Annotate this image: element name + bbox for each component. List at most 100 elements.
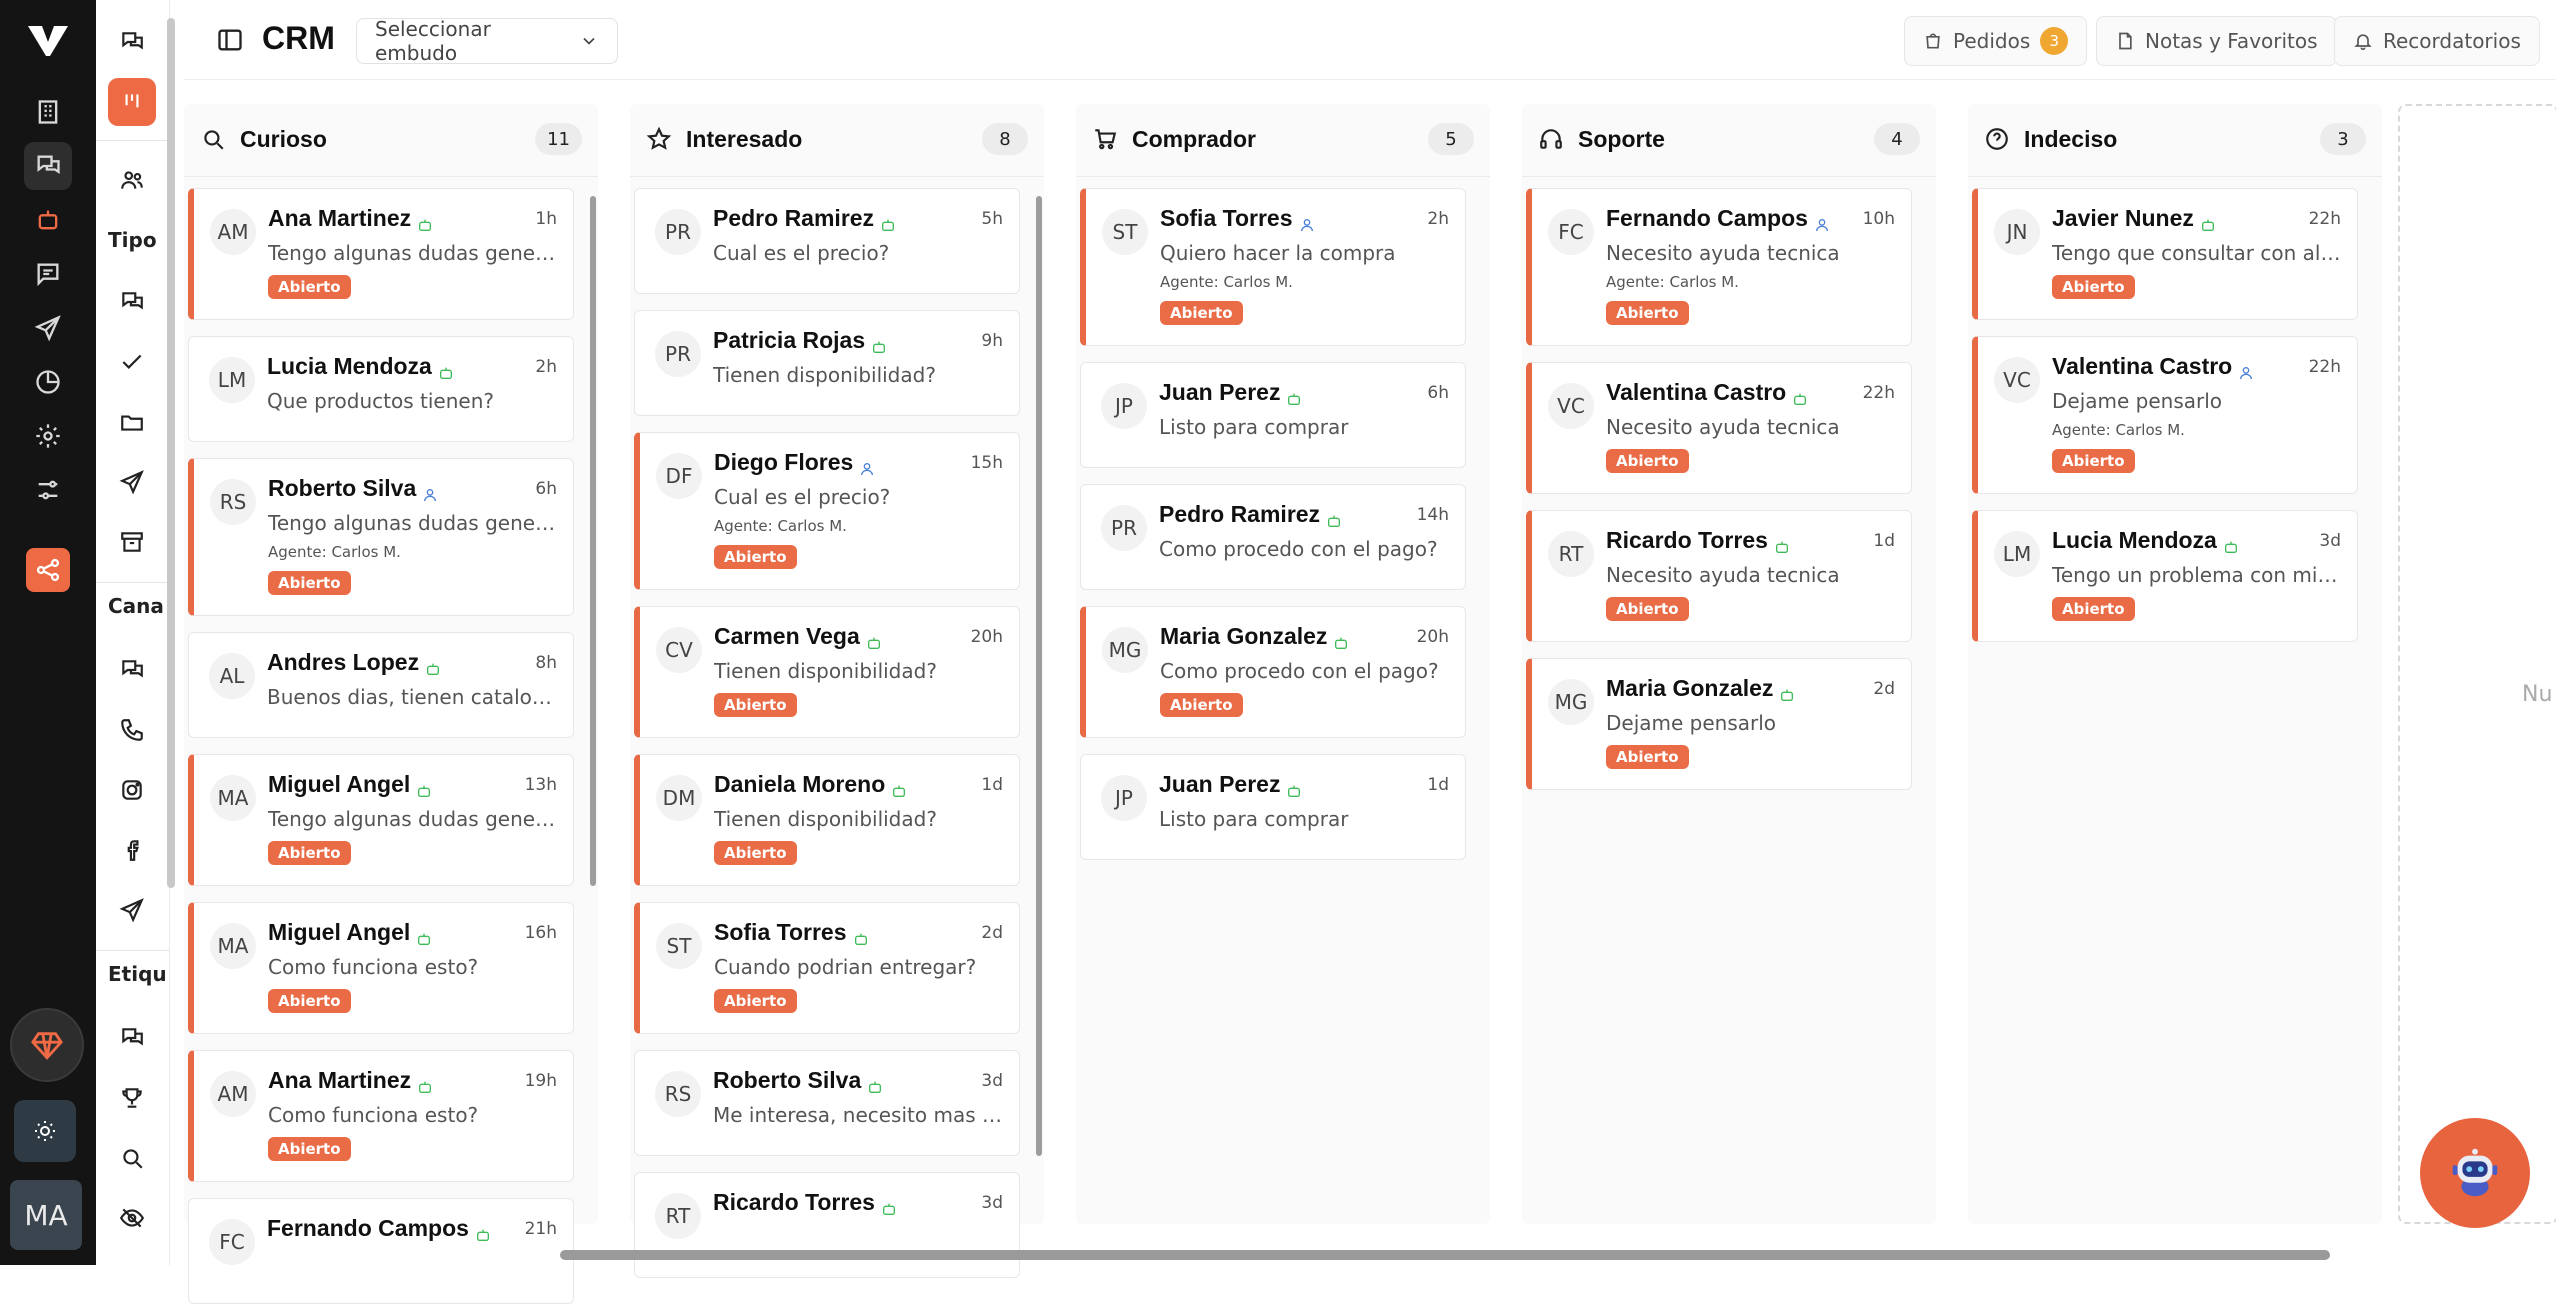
folder-open-icon[interactable] xyxy=(108,398,156,446)
theme-toggle-icon[interactable] xyxy=(14,1100,76,1162)
chats-icon[interactable] xyxy=(24,142,72,190)
lead-card[interactable]: RS Roberto Silva 3d Me interesa, necesito m… xyxy=(634,1050,1020,1156)
sliders-icon[interactable] xyxy=(24,466,72,514)
timestamp: 20h xyxy=(1416,627,1449,647)
lead-card[interactable]: JP Juan Perez 6h Listo para comprar xyxy=(1080,362,1466,468)
lead-card[interactable]: MG Maria Gonzalez 2d Dejame pensarlo Abierto xyxy=(1526,658,1912,790)
last-message: Tengo un problema con mi pe... xyxy=(2052,563,2343,587)
lead-card[interactable]: LM Lucia Mendoza 2h Que productos tienen? xyxy=(188,336,574,442)
lead-card[interactable]: MA Miguel Angel 13h Tengo algunas dudas gen… xyxy=(188,754,574,886)
avatar: LM xyxy=(209,357,255,403)
trophy-icon[interactable] xyxy=(108,1074,156,1122)
timestamp: 8h xyxy=(535,653,557,673)
contacts-icon[interactable] xyxy=(108,156,156,204)
send-icon[interactable] xyxy=(24,304,72,352)
column-header[interactable]: Interesado 8 xyxy=(646,114,1028,164)
lead-card[interactable]: DF Diego Flores 15h Cual es el precio? Agent… xyxy=(634,432,1020,590)
reminders-button[interactable]: Recordatorios xyxy=(2334,16,2540,66)
lead-card[interactable]: VC Valentina Castro 22h Dejame pensarlo Agen… xyxy=(1972,336,2358,494)
tag-chats-icon[interactable] xyxy=(108,1014,156,1062)
lead-card[interactable]: FC Fernando Campos 10h Necesito ayuda tecni… xyxy=(1526,188,1912,346)
lead-card[interactable]: VC Valentina Castro 22h Necesito ayuda tecn… xyxy=(1526,362,1912,494)
lead-card[interactable]: AM Ana Martinez 19h Como funciona esto? Abie… xyxy=(188,1050,574,1182)
eye-off-icon[interactable] xyxy=(108,1194,156,1242)
archive-icon[interactable] xyxy=(108,518,156,566)
column-count: 8 xyxy=(982,123,1028,155)
last-message: Como funciona esto? xyxy=(268,1103,479,1127)
search-icon[interactable] xyxy=(108,1134,156,1182)
contact-name: Pedro Ramirez xyxy=(713,205,896,232)
status-badge: Abierto xyxy=(268,571,351,595)
top-header: CRM Seleccionar embudo Pedidos 3 Notas y… xyxy=(184,0,2556,80)
instagram-icon[interactable] xyxy=(108,766,156,814)
lead-card[interactable]: JN Javier Nunez 22h Tengo que consultar con… xyxy=(1972,188,2358,320)
contact-name: Lucia Mendoza xyxy=(2052,527,2239,554)
column-header[interactable]: Soporte 4 xyxy=(1538,114,1920,164)
channel-chat-icon[interactable] xyxy=(108,646,156,694)
avatar: LM xyxy=(1994,531,2040,577)
last-message: Tengo que consultar con algui... xyxy=(2052,241,2343,265)
lead-card[interactable]: AL Andres Lopez 8h Buenos dias, tienen cata… xyxy=(188,632,574,738)
add-column-dropzone[interactable]: Nu xyxy=(2398,104,2556,1224)
conversations-icon[interactable] xyxy=(108,18,156,66)
lead-card[interactable]: ST Sofia Torres 2h Quiero hacer la compra Ag… xyxy=(1080,188,1466,346)
status-badge: Abierto xyxy=(1160,301,1243,325)
sidebar-toggle-icon[interactable] xyxy=(216,26,244,54)
send-icon[interactable] xyxy=(108,458,156,506)
contact-name: Carmen Vega xyxy=(714,623,882,650)
funnel-select[interactable]: Seleccionar embudo xyxy=(356,17,618,65)
search-icon xyxy=(204,130,224,150)
lead-card[interactable]: PR Pedro Ramirez 14h Como procedo con el pa… xyxy=(1080,484,1466,590)
lead-card[interactable]: DM Daniela Moreno 1d Tienen disponibilidad?… xyxy=(634,754,1020,886)
last-message: Buenos dias, tienen catalogo? xyxy=(267,685,559,709)
column-soporte: Soporte 4 FC Fernando Campos 10h Necesito ayu… xyxy=(1522,104,1936,1224)
lead-card[interactable]: PR Patricia Rojas 9h Tienen disponibilidad? xyxy=(634,310,1020,416)
board-horizontal-scrollbar[interactable] xyxy=(184,1246,2556,1264)
bot-icon[interactable] xyxy=(24,196,72,244)
sidebar-scrollbar[interactable] xyxy=(167,8,175,1258)
column-count: 5 xyxy=(1428,123,1474,155)
telegram-icon[interactable] xyxy=(108,886,156,934)
column-header[interactable]: Curioso 11 xyxy=(200,114,582,164)
user-avatar[interactable]: MA xyxy=(10,1180,82,1250)
lead-card[interactable]: RT Ricardo Torres 1d Necesito ayuda tecnica… xyxy=(1526,510,1912,642)
lead-card[interactable]: ST Sofia Torres 2d Cuando podrian entregar?… xyxy=(634,902,1020,1034)
lead-card[interactable]: MG Maria Gonzalez 20h Como procedo con el p… xyxy=(1080,606,1466,738)
lead-card[interactable]: JP Juan Perez 1d Listo para comprar xyxy=(1080,754,1466,860)
bot-icon xyxy=(439,367,452,379)
column-scrollbar[interactable] xyxy=(588,186,598,1226)
notes-favorites-button[interactable]: Notas y Favoritos xyxy=(2096,16,2337,66)
column-header[interactable]: Indeciso 3 xyxy=(1984,114,2366,164)
pie-chart-icon[interactable] xyxy=(24,358,72,406)
phone-icon[interactable] xyxy=(108,706,156,754)
message-icon[interactable] xyxy=(24,250,72,298)
column-comprador: Comprador 5 ST Sofia Torres 2h Quiero hacer l… xyxy=(1076,104,1490,1224)
lead-card[interactable]: CV Carmen Vega 20h Tienen disponibilidad? Ab… xyxy=(634,606,1020,738)
check-icon[interactable] xyxy=(108,338,156,386)
last-message: Necesito ayuda tecnica xyxy=(1606,415,1840,439)
last-message: Listo para comprar xyxy=(1159,807,1349,831)
type-chats-icon[interactable] xyxy=(108,278,156,326)
assistant-bot-button[interactable] xyxy=(2420,1118,2530,1228)
logo-icon[interactable] xyxy=(24,20,72,60)
status-badge: Abierto xyxy=(1160,693,1243,717)
contact-name: Roberto Silva xyxy=(713,1067,883,1094)
lead-card[interactable]: AM Ana Martinez 1h Tengo algunas dudas gene… xyxy=(188,188,574,320)
lead-card[interactable]: MA Miguel Angel 16h Como funciona esto? Abie… xyxy=(188,902,574,1034)
column-header[interactable]: Comprador 5 xyxy=(1092,114,1474,164)
avatar: JN xyxy=(1994,209,2040,255)
lead-card[interactable]: RS Roberto Silva 6h Tengo algunas dudas gen… xyxy=(188,458,574,616)
column-count: 11 xyxy=(535,123,582,155)
orders-button[interactable]: Pedidos 3 xyxy=(1904,16,2088,66)
column-scrollbar[interactable] xyxy=(1034,186,1044,1226)
facebook-icon[interactable] xyxy=(108,826,156,874)
assigned-agent: Agente: Carlos M. xyxy=(2052,421,2185,439)
timestamp: 20h xyxy=(970,627,1003,647)
share-icon[interactable] xyxy=(26,548,70,592)
premium-gem-icon[interactable] xyxy=(10,1008,84,1082)
gear-icon[interactable] xyxy=(24,412,72,460)
crm-board-icon[interactable] xyxy=(108,78,156,126)
lead-card[interactable]: LM Lucia Mendoza 3d Tengo un problema con m… xyxy=(1972,510,2358,642)
lead-card[interactable]: PR Pedro Ramirez 5h Cual es el precio? xyxy=(634,188,1020,294)
building-icon[interactable] xyxy=(24,88,72,136)
